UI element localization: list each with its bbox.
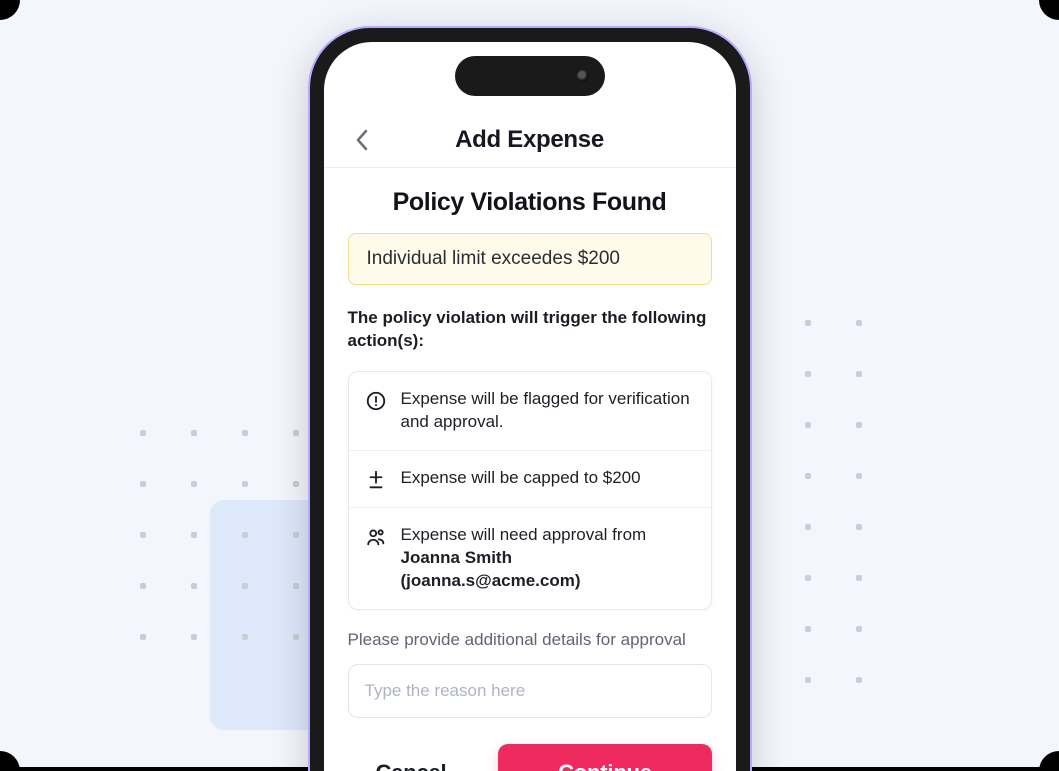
action-text: Expense will need approval from Joanna S… xyxy=(401,524,695,593)
cancel-button[interactable]: Cancel xyxy=(348,744,475,771)
action-item-approver: Expense will need approval from Joanna S… xyxy=(349,507,711,609)
back-button[interactable] xyxy=(348,126,376,154)
action-item-flag: Expense will be flagged for verification… xyxy=(349,372,711,450)
footer: Cancel Continue xyxy=(348,744,712,771)
reason-input[interactable] xyxy=(348,664,712,718)
action-text-prefix: Expense will need approval from xyxy=(401,525,647,544)
phone-notch xyxy=(455,56,605,96)
actions-card: Expense will be flagged for verification… xyxy=(348,371,712,610)
decorative-dots-right xyxy=(805,320,862,683)
action-item-cap: Expense will be capped to $200 xyxy=(349,450,711,507)
nav-title: Add Expense xyxy=(455,126,604,154)
plus-minus-icon xyxy=(365,469,387,491)
violation-alert: Individual limit exceedes $200 xyxy=(348,233,712,285)
page-heading: Policy Violations Found xyxy=(348,188,712,217)
stage: Add Expense Policy Violations Found Indi… xyxy=(0,0,1059,771)
navbar: Add Expense xyxy=(324,112,736,168)
continue-button[interactable]: Continue xyxy=(498,744,711,771)
phone-screen: Add Expense Policy Violations Found Indi… xyxy=(324,42,736,771)
action-text: Expense will be flagged for verification… xyxy=(401,388,695,434)
chevron-left-icon xyxy=(355,129,369,151)
violation-alert-text: Individual limit exceedes $200 xyxy=(367,248,621,269)
actions-subheading: The policy violation will trigger the fo… xyxy=(348,307,712,353)
phone-frame: Add Expense Policy Violations Found Indi… xyxy=(310,28,750,771)
details-prompt: Please provide additional details for ap… xyxy=(348,630,712,650)
decorative-dots-left xyxy=(140,430,299,640)
users-icon xyxy=(365,526,387,548)
approver-name: Joanna Smith (joanna.s@acme.com) xyxy=(401,548,581,590)
alert-circle-icon xyxy=(365,390,387,412)
action-text: Expense will be capped to $200 xyxy=(401,467,641,490)
